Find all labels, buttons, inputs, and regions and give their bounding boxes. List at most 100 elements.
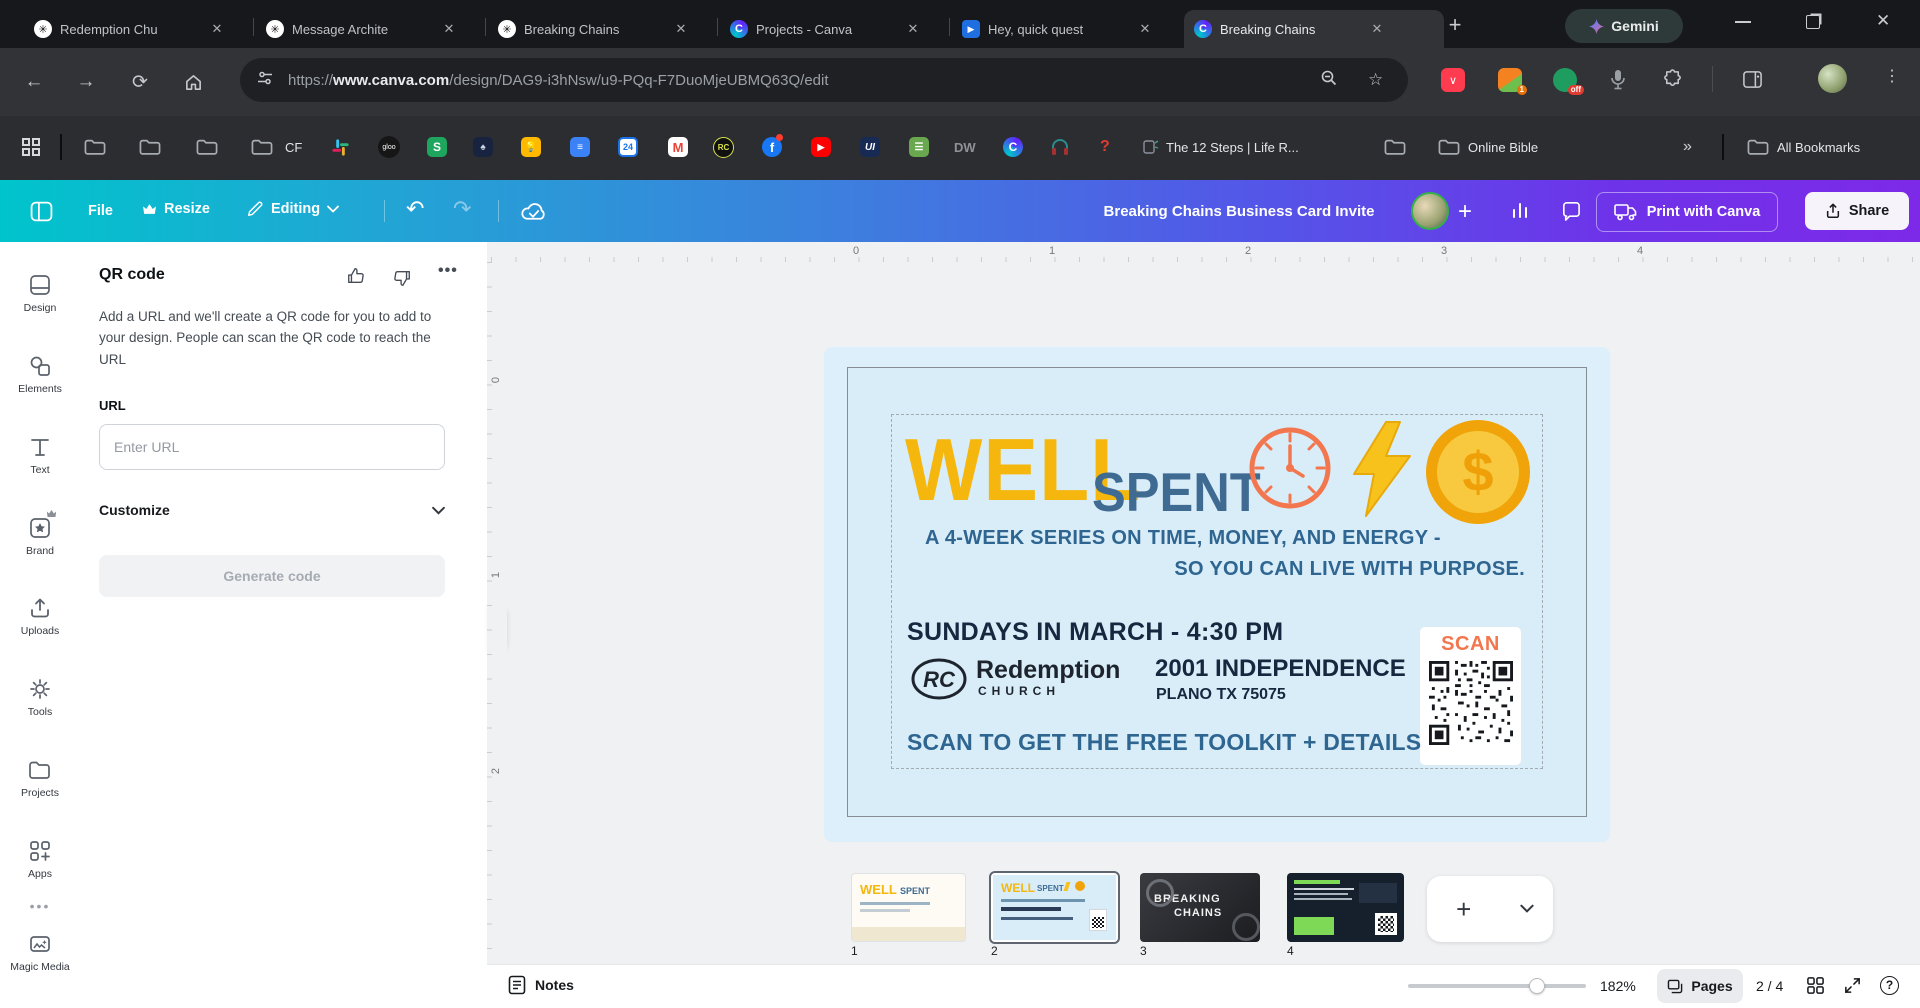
- dw-icon[interactable]: DW: [954, 136, 976, 158]
- slack-icon[interactable]: [331, 136, 350, 158]
- extension-green-icon[interactable]: off: [1553, 68, 1577, 92]
- sidebar-item-projects[interactable]: Projects: [0, 758, 80, 799]
- panel-toggle-icon[interactable]: [30, 200, 53, 228]
- tree-icon[interactable]: ♠: [473, 136, 493, 158]
- sidebar-item-text[interactable]: Text: [0, 435, 80, 476]
- maximize-button[interactable]: [1806, 15, 1820, 29]
- sidebar-item-apps[interactable]: Apps: [0, 839, 80, 880]
- side-panel-icon[interactable]: [1742, 69, 1763, 95]
- zoom-level[interactable]: 182%: [1600, 978, 1636, 994]
- insights-chart-icon[interactable]: [1510, 200, 1530, 225]
- lightning-bolt-illustration[interactable]: [1344, 420, 1420, 523]
- bookmark-star-icon[interactable]: ☆: [1368, 70, 1383, 90]
- page-thumbnail-2-selected[interactable]: WELL SPENT: [989, 871, 1120, 944]
- tab-message-architect[interactable]: ✳ Message Archite ✕: [256, 10, 504, 48]
- redemption-church-logo[interactable]: RC: [910, 657, 968, 706]
- card-series-line2[interactable]: SO YOU CAN LIVE WITH PURPOSE.: [1174, 558, 1525, 581]
- sidebar-item-brand[interactable]: Brand: [0, 516, 80, 557]
- gemini-button[interactable]: Gemini: [1565, 9, 1683, 43]
- bookmark-folder[interactable]: [139, 136, 161, 158]
- bookmark-folder[interactable]: [84, 136, 106, 158]
- comments-icon[interactable]: [1560, 200, 1581, 226]
- tab-close-icon[interactable]: ✕: [440, 21, 458, 37]
- rc-badge-icon[interactable]: RC: [713, 136, 734, 158]
- youtube-icon[interactable]: ▶: [811, 136, 831, 158]
- card-church-sub[interactable]: CHURCH: [978, 684, 1060, 698]
- bookmark-online-bible[interactable]: Online Bible: [1438, 136, 1538, 158]
- collaborator-avatar[interactable]: [1411, 192, 1449, 230]
- all-bookmarks-button[interactable]: All Bookmarks: [1747, 136, 1860, 158]
- help-button[interactable]: ?: [1880, 976, 1899, 995]
- url-text[interactable]: https://www.canva.com/design/DAG9-i3hNsw…: [288, 72, 829, 89]
- question-mark-icon[interactable]: ?: [1100, 136, 1110, 158]
- sidebar-item-design[interactable]: Design: [0, 273, 80, 314]
- zoom-page-icon[interactable]: [1320, 69, 1338, 92]
- sidebar-item-tools[interactable]: Tools: [0, 677, 80, 718]
- tab-breaking-chains-canva-active[interactable]: C Breaking Chains ✕: [1184, 10, 1444, 48]
- cloud-saved-icon[interactable]: [520, 202, 547, 226]
- page-thumbnail-3[interactable]: BREAKING CHAINS: [1140, 873, 1260, 942]
- apps-grid-icon[interactable]: [21, 136, 41, 158]
- share-button[interactable]: Share: [1805, 192, 1909, 230]
- bookmark-folder[interactable]: [1384, 136, 1406, 158]
- close-button[interactable]: ✕: [1876, 11, 1890, 31]
- pages-view-button[interactable]: Pages: [1657, 969, 1743, 1003]
- editing-mode-button[interactable]: Editing: [246, 200, 339, 218]
- extension-red-icon[interactable]: ∨: [1441, 68, 1465, 92]
- add-page-button[interactable]: +: [1427, 894, 1501, 925]
- bookmark-folder[interactable]: [251, 136, 273, 158]
- thumbs-up-icon[interactable]: [346, 266, 366, 291]
- new-tab-button[interactable]: +: [1440, 12, 1470, 38]
- sidebar-item-magic-media[interactable]: Magic Media: [0, 932, 80, 973]
- card-address-line1[interactable]: 2001 INDEPENDENCE: [1155, 655, 1406, 683]
- customize-section-toggle[interactable]: Customize: [99, 502, 445, 518]
- bookmarks-overflow-chevrons[interactable]: »: [1683, 136, 1692, 158]
- tab-close-icon[interactable]: ✕: [904, 21, 922, 37]
- tab-close-icon[interactable]: ✕: [208, 21, 226, 37]
- url-input[interactable]: [99, 424, 445, 470]
- zoom-slider-track[interactable]: [1408, 984, 1586, 988]
- undo-button[interactable]: ↶: [406, 196, 424, 222]
- card-schedule[interactable]: SUNDAYS IN MARCH - 4:30 PM: [907, 618, 1283, 647]
- tab-close-icon[interactable]: ✕: [672, 21, 690, 37]
- page-thumbnail-4[interactable]: [1287, 873, 1404, 942]
- thumbs-down-icon[interactable]: [392, 268, 412, 293]
- add-collaborator-button[interactable]: +: [1458, 198, 1472, 226]
- google-calendar-icon[interactable]: 24: [618, 136, 638, 158]
- resize-button[interactable]: Resize: [142, 201, 210, 217]
- panel-more-icon[interactable]: •••: [438, 262, 458, 280]
- home-button[interactable]: [179, 68, 207, 96]
- bookmark-cf[interactable]: CF: [285, 136, 302, 158]
- reload-button[interactable]: ⟳: [126, 68, 154, 96]
- microphone-icon[interactable]: [1608, 68, 1628, 97]
- redo-button[interactable]: ↷: [453, 196, 471, 222]
- google-keep-icon[interactable]: 💡: [521, 136, 541, 158]
- address-bar[interactable]: https://www.canva.com/design/DAG9-i3hNsw…: [240, 58, 1408, 102]
- notes-button[interactable]: Notes: [508, 975, 574, 995]
- bookmark-folder[interactable]: [196, 136, 218, 158]
- gloo-icon[interactable]: gloo: [378, 136, 400, 158]
- card-headline-spent[interactable]: SPENT: [1092, 460, 1261, 524]
- browser-menu-icon[interactable]: ⋮: [1884, 66, 1900, 86]
- tab-projects-canva[interactable]: C Projects - Canva ✕: [720, 10, 968, 48]
- print-with-canva-button[interactable]: Print with Canva: [1596, 192, 1778, 232]
- page-thumbnail-1[interactable]: WELL SPENT: [851, 873, 966, 942]
- subsplash-icon[interactable]: S: [427, 136, 447, 158]
- tab-hey-quick-question[interactable]: ▶ Hey, quick quest ✕: [952, 10, 1200, 48]
- scan-qr-block[interactable]: SCAN: [1420, 627, 1521, 765]
- card-cta[interactable]: SCAN TO GET THE FREE TOOLKIT + DETAILS: [907, 729, 1421, 756]
- sidebar-item-uploads[interactable]: Uploads: [0, 596, 80, 637]
- extension-orange-icon[interactable]: 1: [1498, 68, 1522, 92]
- add-page-dropdown[interactable]: [1501, 900, 1554, 918]
- design-title[interactable]: Breaking Chains Business Card Invite: [1098, 203, 1380, 220]
- fullscreen-icon[interactable]: [1843, 976, 1862, 1000]
- back-button[interactable]: ←: [20, 68, 48, 96]
- tab-close-icon[interactable]: ✕: [1368, 21, 1386, 37]
- gmail-icon[interactable]: M: [668, 136, 688, 158]
- site-settings-icon[interactable]: [256, 69, 274, 92]
- grid-view-icon[interactable]: [1806, 976, 1825, 1000]
- google-docs-icon[interactable]: ≡: [570, 136, 590, 158]
- profile-avatar[interactable]: [1818, 64, 1847, 93]
- card-church-name[interactable]: Redemption: [976, 656, 1120, 685]
- bookmark-twelve-steps[interactable]: The 12 Steps | Life R...: [1166, 136, 1299, 158]
